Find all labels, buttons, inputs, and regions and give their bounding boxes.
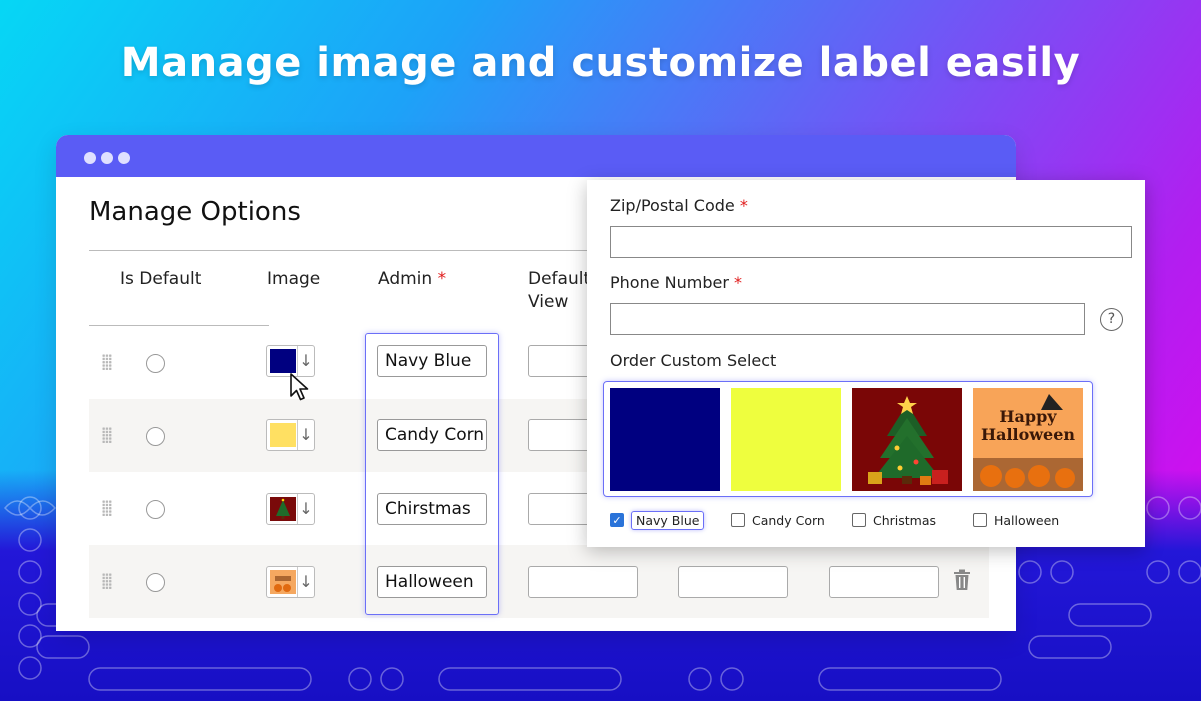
option-navy-blue-checkbox[interactable]: ✓ Navy Blue	[610, 510, 705, 530]
option-label: Candy Corn	[752, 512, 825, 528]
checkbox-icon	[852, 513, 866, 527]
mouse-pointer-icon	[290, 373, 309, 401]
store-view-input[interactable]	[678, 566, 788, 598]
required-mark: *	[437, 269, 447, 289]
zip-label: Zip/Postal Code *	[610, 196, 748, 215]
option-label: Halloween	[994, 512, 1060, 528]
window-dot-icon	[118, 152, 130, 164]
arrow-down-icon: ↓	[297, 494, 314, 524]
candy-corn-option-image[interactable]	[731, 388, 841, 491]
navy-blue-option-image[interactable]	[610, 388, 720, 491]
default-view-input[interactable]	[528, 566, 638, 598]
image-option-select: Happy Halloween	[603, 381, 1093, 497]
option-candy-corn-checkbox[interactable]: Candy Corn	[731, 510, 825, 530]
column-header-default-view-line1: Default	[528, 269, 591, 289]
column-header-default-view-line2: View	[528, 292, 569, 312]
navy-swatch	[270, 349, 296, 373]
order-custom-select-label: Order Custom Select	[610, 351, 777, 370]
page-title: Manage Options	[89, 197, 301, 227]
column-header-default-view: Default View	[528, 268, 590, 314]
is-default-radio[interactable]	[146, 354, 165, 373]
column-header-is-default: Is Default	[120, 269, 202, 289]
option-halloween-checkbox[interactable]: Halloween	[973, 510, 1059, 530]
zip-input[interactable]	[610, 226, 1132, 258]
phone-label: Phone Number *	[610, 273, 742, 292]
drag-handle-icon[interactable]	[102, 500, 112, 516]
drag-handle-icon[interactable]	[102, 354, 112, 370]
halloween-text-line1: Happy	[999, 407, 1057, 426]
column-header-image: Image	[267, 269, 321, 289]
table-row: ↓ Halloween	[89, 545, 989, 618]
required-mark: *	[734, 273, 743, 292]
page-headline: Manage image and customize label easily	[120, 40, 1081, 86]
is-default-radio[interactable]	[146, 500, 165, 519]
swatch-picker[interactable]: ↓	[266, 493, 315, 525]
arrow-down-icon: ↓	[297, 420, 314, 450]
store-view-input[interactable]	[829, 566, 939, 598]
phone-label-text: Phone Number	[610, 273, 729, 292]
drag-handle-icon[interactable]	[102, 427, 112, 443]
column-header-admin: Admin *	[378, 268, 446, 291]
zip-label-text: Zip/Postal Code	[610, 196, 735, 215]
is-default-radio[interactable]	[146, 573, 165, 592]
swatch-picker[interactable]: ↓	[266, 566, 315, 598]
swatch-picker[interactable]: ↓	[266, 419, 315, 451]
column-header-admin-label: Admin	[378, 269, 433, 289]
drag-handle-icon[interactable]	[102, 573, 112, 589]
christmas-tree-icon	[270, 497, 296, 521]
option-christmas-checkbox[interactable]: Christmas	[852, 510, 936, 530]
window-dot-icon	[84, 152, 96, 164]
option-label: Christmas	[873, 512, 937, 528]
help-icon[interactable]: ?	[1100, 308, 1123, 331]
checkbox-icon	[731, 513, 745, 527]
halloween-image-text: Happy Halloween	[973, 408, 1083, 444]
option-label: Navy Blue	[631, 510, 705, 530]
arrow-down-icon: ↓	[297, 567, 314, 597]
halloween-text-line2: Halloween	[980, 425, 1076, 444]
phone-input[interactable]	[610, 303, 1085, 335]
checkout-form-panel: Zip/Postal Code * Phone Number * ? Order…	[587, 180, 1145, 547]
window-title-bar	[56, 135, 1016, 177]
trash-icon[interactable]	[952, 569, 972, 591]
christmas-tree-image[interactable]	[852, 388, 962, 491]
checkbox-icon	[973, 513, 987, 527]
window-dot-icon	[101, 152, 113, 164]
required-mark: *	[739, 196, 748, 215]
halloween-image[interactable]: Happy Halloween	[973, 388, 1083, 491]
candy-corn-swatch	[270, 423, 296, 447]
halloween-pumpkin-icon	[270, 570, 296, 594]
admin-column-highlight	[365, 333, 499, 615]
checked-icon: ✓	[610, 513, 624, 527]
title-divider	[89, 250, 589, 251]
is-default-radio[interactable]	[146, 427, 165, 446]
